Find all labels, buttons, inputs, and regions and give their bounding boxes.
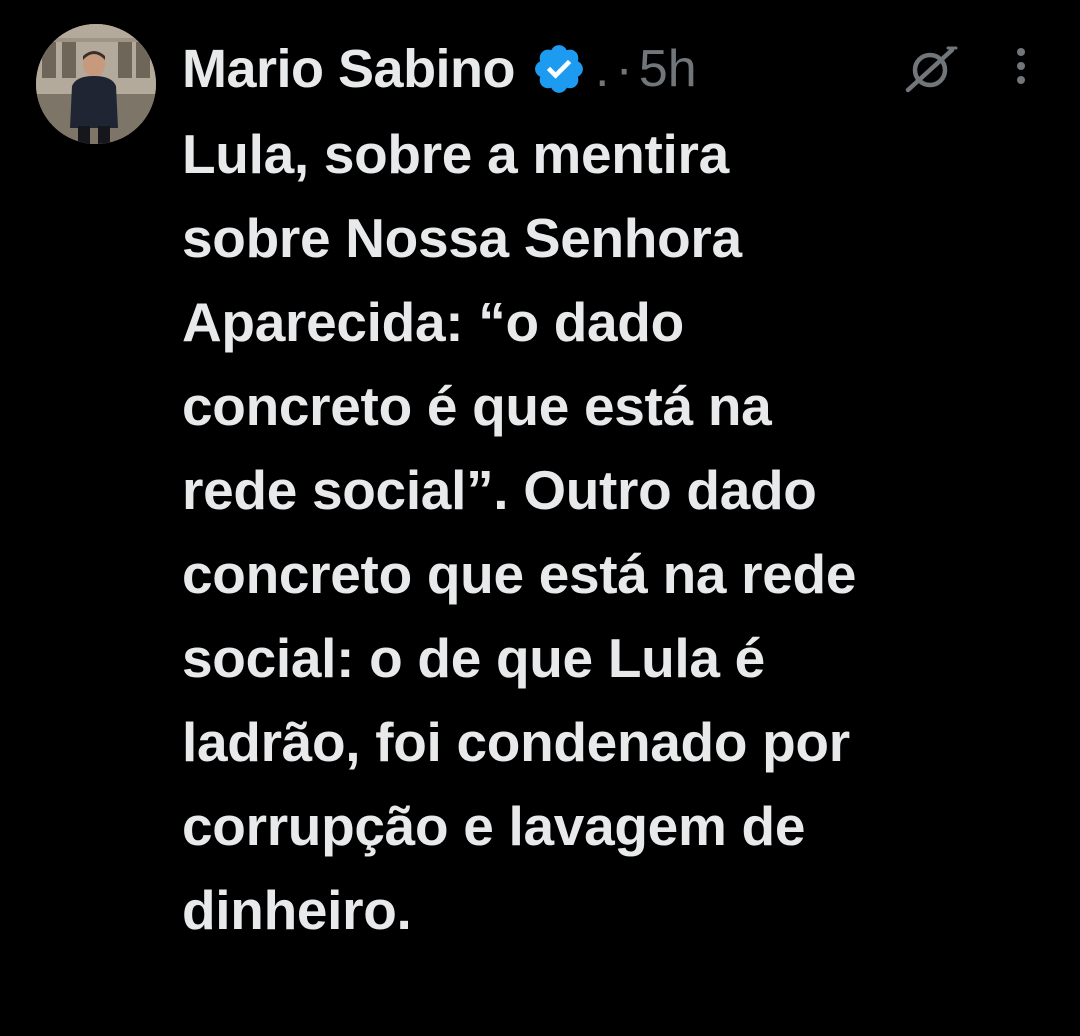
tweet[interactable]: Mario Sabino . · 5h Lula, sobre a mentir… bbox=[0, 0, 1080, 1036]
author-display-name[interactable]: Mario Sabino bbox=[182, 38, 516, 100]
verified-badge-icon bbox=[531, 41, 587, 97]
more-vertical-icon[interactable] bbox=[1004, 42, 1038, 92]
author-handle[interactable]: . bbox=[595, 39, 609, 99]
tweet-timestamp[interactable]: 5h bbox=[639, 39, 697, 99]
grok-icon[interactable] bbox=[902, 44, 960, 94]
avatar[interactable] bbox=[36, 24, 156, 144]
tweet-text: Lula, sobre a mentira sobre Nossa Senhor… bbox=[182, 123, 857, 941]
header-separator: · bbox=[615, 40, 633, 98]
avatar-image bbox=[36, 24, 156, 144]
tweet-header: Mario Sabino . · 5h bbox=[182, 34, 697, 104]
